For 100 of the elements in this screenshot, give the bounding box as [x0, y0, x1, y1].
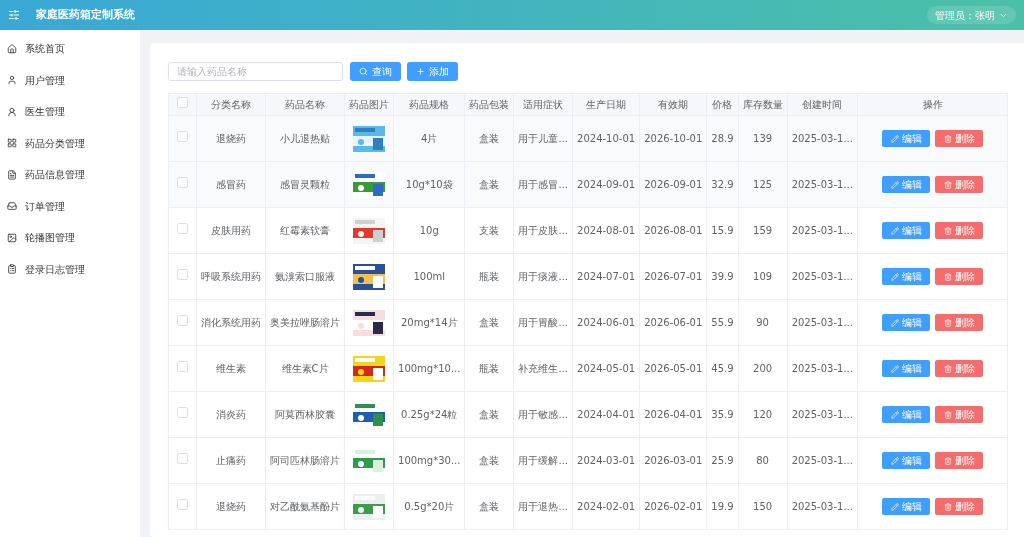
table-cell: 用于胃酸...: [518, 317, 569, 328]
table-cell: 用于退热...: [518, 501, 569, 512]
table-cell: 呼吸系统用药: [201, 271, 261, 282]
sidebar-item[interactable]: 订单管理: [0, 190, 140, 222]
table-cell: 对乙酰氨基酚片: [270, 501, 340, 512]
table-cell: 消化系统用药: [201, 317, 261, 328]
edit-button[interactable]: 编辑: [882, 406, 930, 423]
table-cell: 用于敏感...: [518, 409, 569, 420]
table-cell: 2025-03-1...: [791, 455, 853, 466]
delete-button[interactable]: 删除: [935, 176, 983, 193]
table-cell: 2026-06-01: [644, 317, 703, 328]
delete-button[interactable]: 删除: [935, 452, 983, 469]
table-cell: 氨溴索口服液: [275, 271, 335, 282]
app-title: 家庭医药箱定制系统: [36, 6, 135, 23]
table-cell: 盒装: [479, 501, 500, 512]
column-header: 生产日期: [586, 99, 627, 110]
delete-button[interactable]: 删除: [935, 130, 983, 147]
table-cell: 感冒药: [216, 179, 246, 190]
table-cell: 止痛药: [216, 455, 246, 466]
table-cell: 盒装: [479, 455, 500, 466]
edit-button[interactable]: 编辑: [882, 130, 930, 147]
sidebar-item[interactable]: 药品分类管理: [0, 127, 140, 159]
sidebar-item[interactable]: 医生管理: [0, 96, 140, 128]
table-cell: 55.9: [711, 317, 734, 328]
table-cell: 2024-08-01: [577, 225, 636, 236]
table-cell: 盒装: [479, 409, 500, 420]
delete-button[interactable]: 删除: [935, 360, 983, 377]
table-cell: 2024-10-01: [577, 133, 636, 144]
table-cell: 用于儿童...: [518, 133, 569, 144]
edit-button[interactable]: 编辑: [882, 498, 930, 515]
table-cell: 2025-03-1...: [791, 409, 853, 420]
table-cell: 2026-07-01: [644, 271, 703, 282]
sidebar-item[interactable]: 用户管理: [0, 64, 140, 96]
edit-button[interactable]: 编辑: [882, 268, 930, 285]
table-cell: 2026-05-01: [644, 363, 703, 374]
column-header: 分类名称: [211, 99, 251, 110]
table-cell: 10g*10袋: [405, 179, 453, 190]
table-cell: 2024-07-01: [577, 271, 636, 282]
column-header: 库存数量: [742, 99, 783, 110]
table-cell: 2025-03-1...: [791, 225, 853, 236]
table-cell: 35.9: [711, 409, 734, 420]
table-cell: 2024-04-01: [577, 409, 636, 420]
table-cell: 200: [753, 363, 773, 374]
edit-button[interactable]: 编辑: [882, 314, 930, 331]
table-cell: 2024-05-01: [577, 363, 636, 374]
table-cell: 39.9: [711, 271, 734, 282]
table-cell: 奥美拉唑肠溶片: [270, 317, 340, 328]
table-cell: 用于缓解...: [518, 455, 569, 466]
table-cell: 100ml: [413, 271, 446, 282]
delete-button[interactable]: 删除: [935, 406, 983, 423]
table-cell: 2025-03-1...: [791, 271, 853, 282]
column-header: 创建时间: [802, 99, 843, 110]
table-cell: 盒装: [479, 133, 500, 144]
table-cell: 盒装: [479, 179, 500, 190]
table-cell: 2025-03-1...: [791, 179, 853, 190]
table-cell: 2025-03-1...: [791, 133, 853, 144]
table-cell: 25.9: [711, 455, 734, 466]
table-cell: 32.9: [711, 179, 734, 190]
sidebar-item[interactable]: 系统首页: [0, 33, 140, 65]
table-cell: 2025-03-1...: [791, 501, 853, 512]
table-cell: 皮肤用药: [211, 225, 251, 236]
table-cell: 2026-09-01: [644, 179, 703, 190]
table-cell: 补充维生...: [518, 363, 569, 374]
add-button[interactable]: 添加: [407, 62, 458, 81]
search-field[interactable]: 请输入药品名称: [168, 62, 343, 81]
table-cell: 2026-03-01: [644, 455, 703, 466]
table-cell: 125: [753, 179, 773, 190]
delete-button[interactable]: 删除: [935, 498, 983, 515]
delete-button[interactable]: 删除: [935, 222, 983, 239]
table-cell: 90: [756, 317, 769, 328]
table-cell: 小儿退热贴: [280, 133, 330, 144]
table-cell: 2026-02-01: [644, 501, 703, 512]
delete-button[interactable]: 删除: [935, 314, 983, 331]
table-cell: 用于皮肤...: [518, 225, 569, 236]
table-cell: 20mg*14片: [401, 317, 458, 328]
table-cell: 80: [756, 455, 769, 466]
edit-button[interactable]: 编辑: [882, 452, 930, 469]
table-cell: 退烧药: [216, 501, 246, 512]
column-header: 价格: [712, 99, 733, 110]
sidebar-item[interactable]: 药品信息管理: [0, 159, 140, 191]
table-cell: 2025-03-1...: [791, 317, 853, 328]
sidebar-item[interactable]: 登录日志管理: [0, 253, 140, 285]
user-menu[interactable]: 管理员：张明: [927, 6, 1016, 24]
table-cell: 0.25g*24粒: [401, 409, 458, 420]
edit-button[interactable]: 编辑: [882, 360, 930, 377]
delete-button[interactable]: 删除: [935, 268, 983, 285]
column-header: 适用症状: [523, 99, 564, 110]
column-header: 药品包装: [469, 99, 510, 110]
column-header: 药品图片: [349, 99, 390, 110]
edit-button[interactable]: 编辑: [882, 176, 930, 193]
sidebar-item[interactable]: 轮播图管理: [0, 222, 140, 254]
table-cell: 45.9: [711, 363, 734, 374]
table-cell: 2024-06-01: [577, 317, 636, 328]
column-header: 操作: [922, 99, 943, 110]
edit-button[interactable]: 编辑: [882, 222, 930, 239]
table-cell: 消炎药: [216, 409, 246, 420]
table-cell: 瓶装: [479, 271, 500, 282]
table-cell: 感冒灵颗粒: [280, 179, 330, 190]
table-cell: 2026-04-01: [644, 409, 703, 420]
search-button[interactable]: 查询: [350, 62, 401, 81]
